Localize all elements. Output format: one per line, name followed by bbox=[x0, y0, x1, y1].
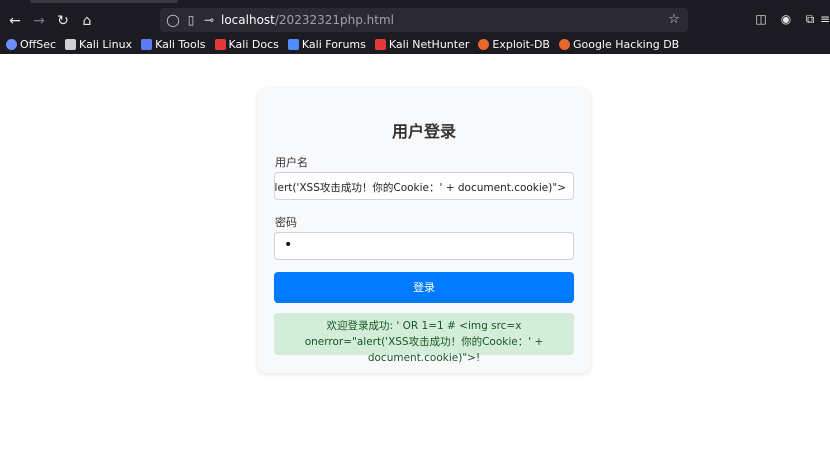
bookmarks-bar: OffSec Kali Linux Kali Tools Kali Docs K… bbox=[0, 34, 830, 54]
page-icon[interactable]: ▯ bbox=[183, 12, 199, 28]
bookmark-star-icon[interactable]: ☆ bbox=[666, 12, 682, 28]
active-tab[interactable] bbox=[30, 0, 178, 3]
bookmark-label: Exploit-DB bbox=[492, 37, 550, 51]
password-input[interactable]: • bbox=[274, 232, 574, 260]
kali-tools-icon bbox=[141, 38, 153, 50]
bookmark-kali-tools[interactable]: Kali Tools bbox=[141, 37, 206, 51]
bookmark-exploit-db[interactable]: Exploit-DB bbox=[478, 38, 550, 51]
menu-icon[interactable]: ≡ bbox=[820, 10, 830, 28]
success-alert: 欢迎登录成功: ' OR 1=1 # <img src=x onerror="a… bbox=[274, 313, 574, 364]
kali-nethunter-icon bbox=[374, 38, 386, 50]
bookmark-label: Kali Tools bbox=[155, 37, 206, 51]
browser-toolbar: ← → ↻ ⌂ ◯ ▯ ⊸ localhost/20232321php.html… bbox=[0, 8, 830, 34]
kali-docs-icon bbox=[214, 38, 226, 50]
kali-forums-icon bbox=[287, 38, 299, 50]
shield-icon[interactable]: ◯ bbox=[165, 12, 181, 28]
pocket-icon[interactable]: ◫ bbox=[752, 10, 770, 28]
bookmark-kali-linux[interactable]: Kali Linux bbox=[65, 38, 132, 51]
exploit-db-icon bbox=[478, 38, 490, 50]
url-bar[interactable]: ◯ ▯ ⊸ localhost/20232321php.html ☆ bbox=[160, 8, 688, 32]
bookmark-offsec[interactable]: OffSec bbox=[6, 38, 56, 51]
key-icon[interactable]: ⊸ bbox=[201, 12, 217, 28]
offsec-icon bbox=[6, 38, 17, 50]
bookmark-label: Kali Linux bbox=[79, 37, 133, 51]
kali-dragon-icon bbox=[65, 38, 77, 50]
page-title: 用户登录 bbox=[391, 122, 456, 141]
bookmark-label: Google Hacking DB bbox=[572, 37, 680, 51]
extensions-icon[interactable]: ⧉ bbox=[801, 10, 819, 28]
bookmark-label: Kali Docs bbox=[228, 37, 279, 51]
home-icon[interactable]: ⌂ bbox=[76, 10, 98, 32]
browser-chrome: ← → ↻ ⌂ ◯ ▯ ⊸ localhost/20232321php.html… bbox=[0, 0, 830, 54]
url-host: localhost bbox=[221, 13, 275, 27]
password-label: 密码 bbox=[275, 216, 297, 229]
username-value: ="alert('XSS攻击成功！你的Cookie：' + document.c… bbox=[274, 182, 566, 194]
reload-icon[interactable]: ↻ bbox=[52, 10, 74, 32]
url-text[interactable]: localhost/20232321php.html bbox=[221, 12, 394, 28]
back-arrow-icon[interactable]: ← bbox=[4, 10, 26, 32]
username-label: 用户名 bbox=[275, 156, 308, 169]
bookmark-label: Kali Forums bbox=[301, 37, 366, 51]
login-button[interactable]: 登录 bbox=[274, 272, 574, 303]
bookmark-kali-nethunter[interactable]: Kali NetHunter bbox=[374, 37, 470, 51]
login-card: 用户登录 用户名 ="alert('XSS攻击成功！你的Cookie：' + d… bbox=[258, 88, 590, 373]
bookmark-label: OffSec bbox=[20, 37, 57, 51]
ghdb-icon bbox=[558, 38, 570, 50]
bookmark-label: Kali NetHunter bbox=[388, 37, 470, 51]
url-path: /20232321php.html bbox=[274, 13, 394, 27]
account-icon[interactable]: ◉ bbox=[777, 10, 795, 28]
forward-arrow-icon[interactable]: → bbox=[28, 10, 50, 32]
username-input[interactable]: ="alert('XSS攻击成功！你的Cookie：' + document.c… bbox=[274, 172, 574, 200]
password-value: • bbox=[284, 237, 293, 253]
tab-strip bbox=[0, 0, 830, 8]
bookmark-kali-docs[interactable]: Kali Docs bbox=[214, 37, 279, 51]
bookmark-kali-forums[interactable]: Kali Forums bbox=[287, 37, 366, 51]
bookmark-google-hacking-db[interactable]: Google Hacking DB bbox=[558, 37, 680, 51]
